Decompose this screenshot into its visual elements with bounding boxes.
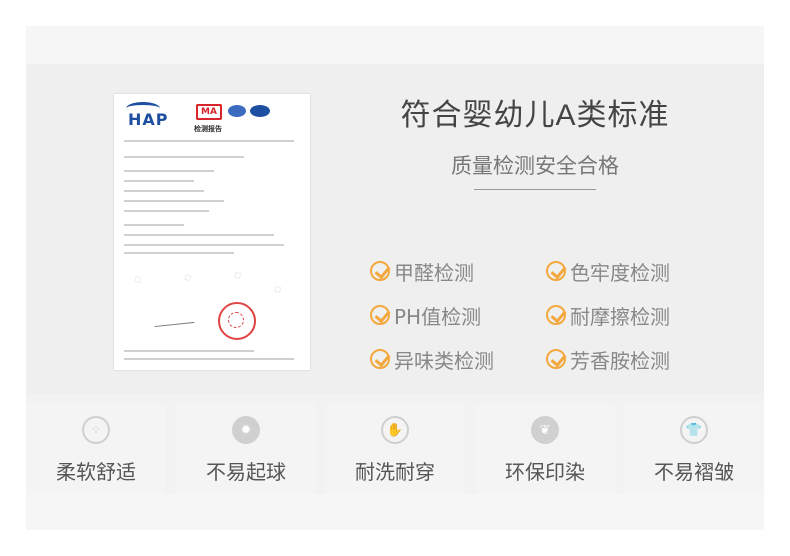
ilac-logo-icon (228, 105, 246, 117)
test-label: PH值检测 (394, 304, 482, 329)
test-item: 耐摩擦检测 (546, 302, 670, 329)
report-line (124, 200, 224, 202)
cma-logo-icon: MA (196, 104, 222, 120)
watermark-mark: ◇ (131, 272, 144, 287)
hero-title: 符合婴幼儿A类标准 (400, 99, 670, 132)
hero-subtitle: 质量检测安全合格 (451, 154, 619, 178)
test-item: 异味类检测 (370, 346, 494, 373)
test-label: 芳香胺检测 (570, 348, 670, 373)
report-line (124, 180, 194, 182)
feature-label: 柔软舒适 (56, 460, 136, 484)
watermark-mark: ◇ (271, 282, 284, 297)
cnas-logo-icon (250, 105, 270, 117)
report-line (124, 244, 284, 246)
report-line (124, 140, 294, 142)
hap-logo: HAP (128, 110, 169, 129)
feature-label: 耐洗耐穿 (355, 460, 435, 484)
test-label: 甲醛检测 (394, 260, 474, 285)
report-line (124, 170, 214, 172)
watermark-mark: ◇ (181, 270, 194, 285)
signature (153, 311, 195, 328)
bottom-band (26, 494, 764, 530)
check-icon (370, 349, 390, 369)
soft-dots-icon: ⁘ (82, 416, 110, 444)
test-item: 甲醛检测 (370, 258, 474, 285)
check-icon (370, 261, 390, 281)
subtitle-divider (474, 189, 596, 190)
report-line (124, 234, 274, 236)
feature-card-pilling: ✹ 不易起球 (176, 404, 316, 494)
test-item: 色牢度检测 (546, 258, 670, 285)
pilling-icon: ✹ (232, 416, 260, 444)
report-heading: 检测报告 (194, 125, 222, 133)
report-line (124, 358, 294, 360)
test-item: 芳香胺检测 (546, 346, 670, 373)
report-line (124, 350, 254, 352)
report-line (124, 190, 204, 192)
feature-row: ⁘ 柔软舒适 ✹ 不易起球 ✋ 耐洗耐穿 ❦ 环保印染 👕 不易褶皱 (26, 404, 764, 494)
check-icon (546, 349, 566, 369)
feature-label: 不易起球 (206, 460, 286, 484)
red-seal (218, 302, 256, 340)
check-icon (370, 305, 390, 325)
test-label: 异味类检测 (394, 348, 494, 373)
report-line (124, 156, 244, 158)
feature-label: 不易褶皱 (654, 460, 734, 484)
test-label: 耐摩擦检测 (570, 304, 670, 329)
top-band (26, 26, 764, 64)
feature-card-durable: ✋ 耐洗耐穿 (325, 404, 465, 494)
leaf-icon: ❦ (531, 416, 559, 444)
feature-card-wrinkle: 👕 不易褶皱 (624, 404, 764, 494)
check-icon (546, 305, 566, 325)
test-item: PH值检测 (370, 302, 482, 329)
watermark-mark: ◇ (231, 268, 244, 283)
report-line (124, 224, 184, 226)
glove-icon: ✋ (381, 416, 409, 444)
feature-label: 环保印染 (505, 460, 585, 484)
check-icon (546, 261, 566, 281)
test-report-image: HAP MA 检测报告 ◇ ◇ ◇ ◇ (114, 94, 310, 370)
test-label: 色牢度检测 (570, 260, 670, 285)
report-line (124, 252, 234, 254)
feature-card-soft: ⁘ 柔软舒适 (26, 404, 166, 494)
shirt-icon: 👕 (680, 416, 708, 444)
feature-card-eco: ❦ 环保印染 (475, 404, 615, 494)
report-line (124, 210, 209, 212)
